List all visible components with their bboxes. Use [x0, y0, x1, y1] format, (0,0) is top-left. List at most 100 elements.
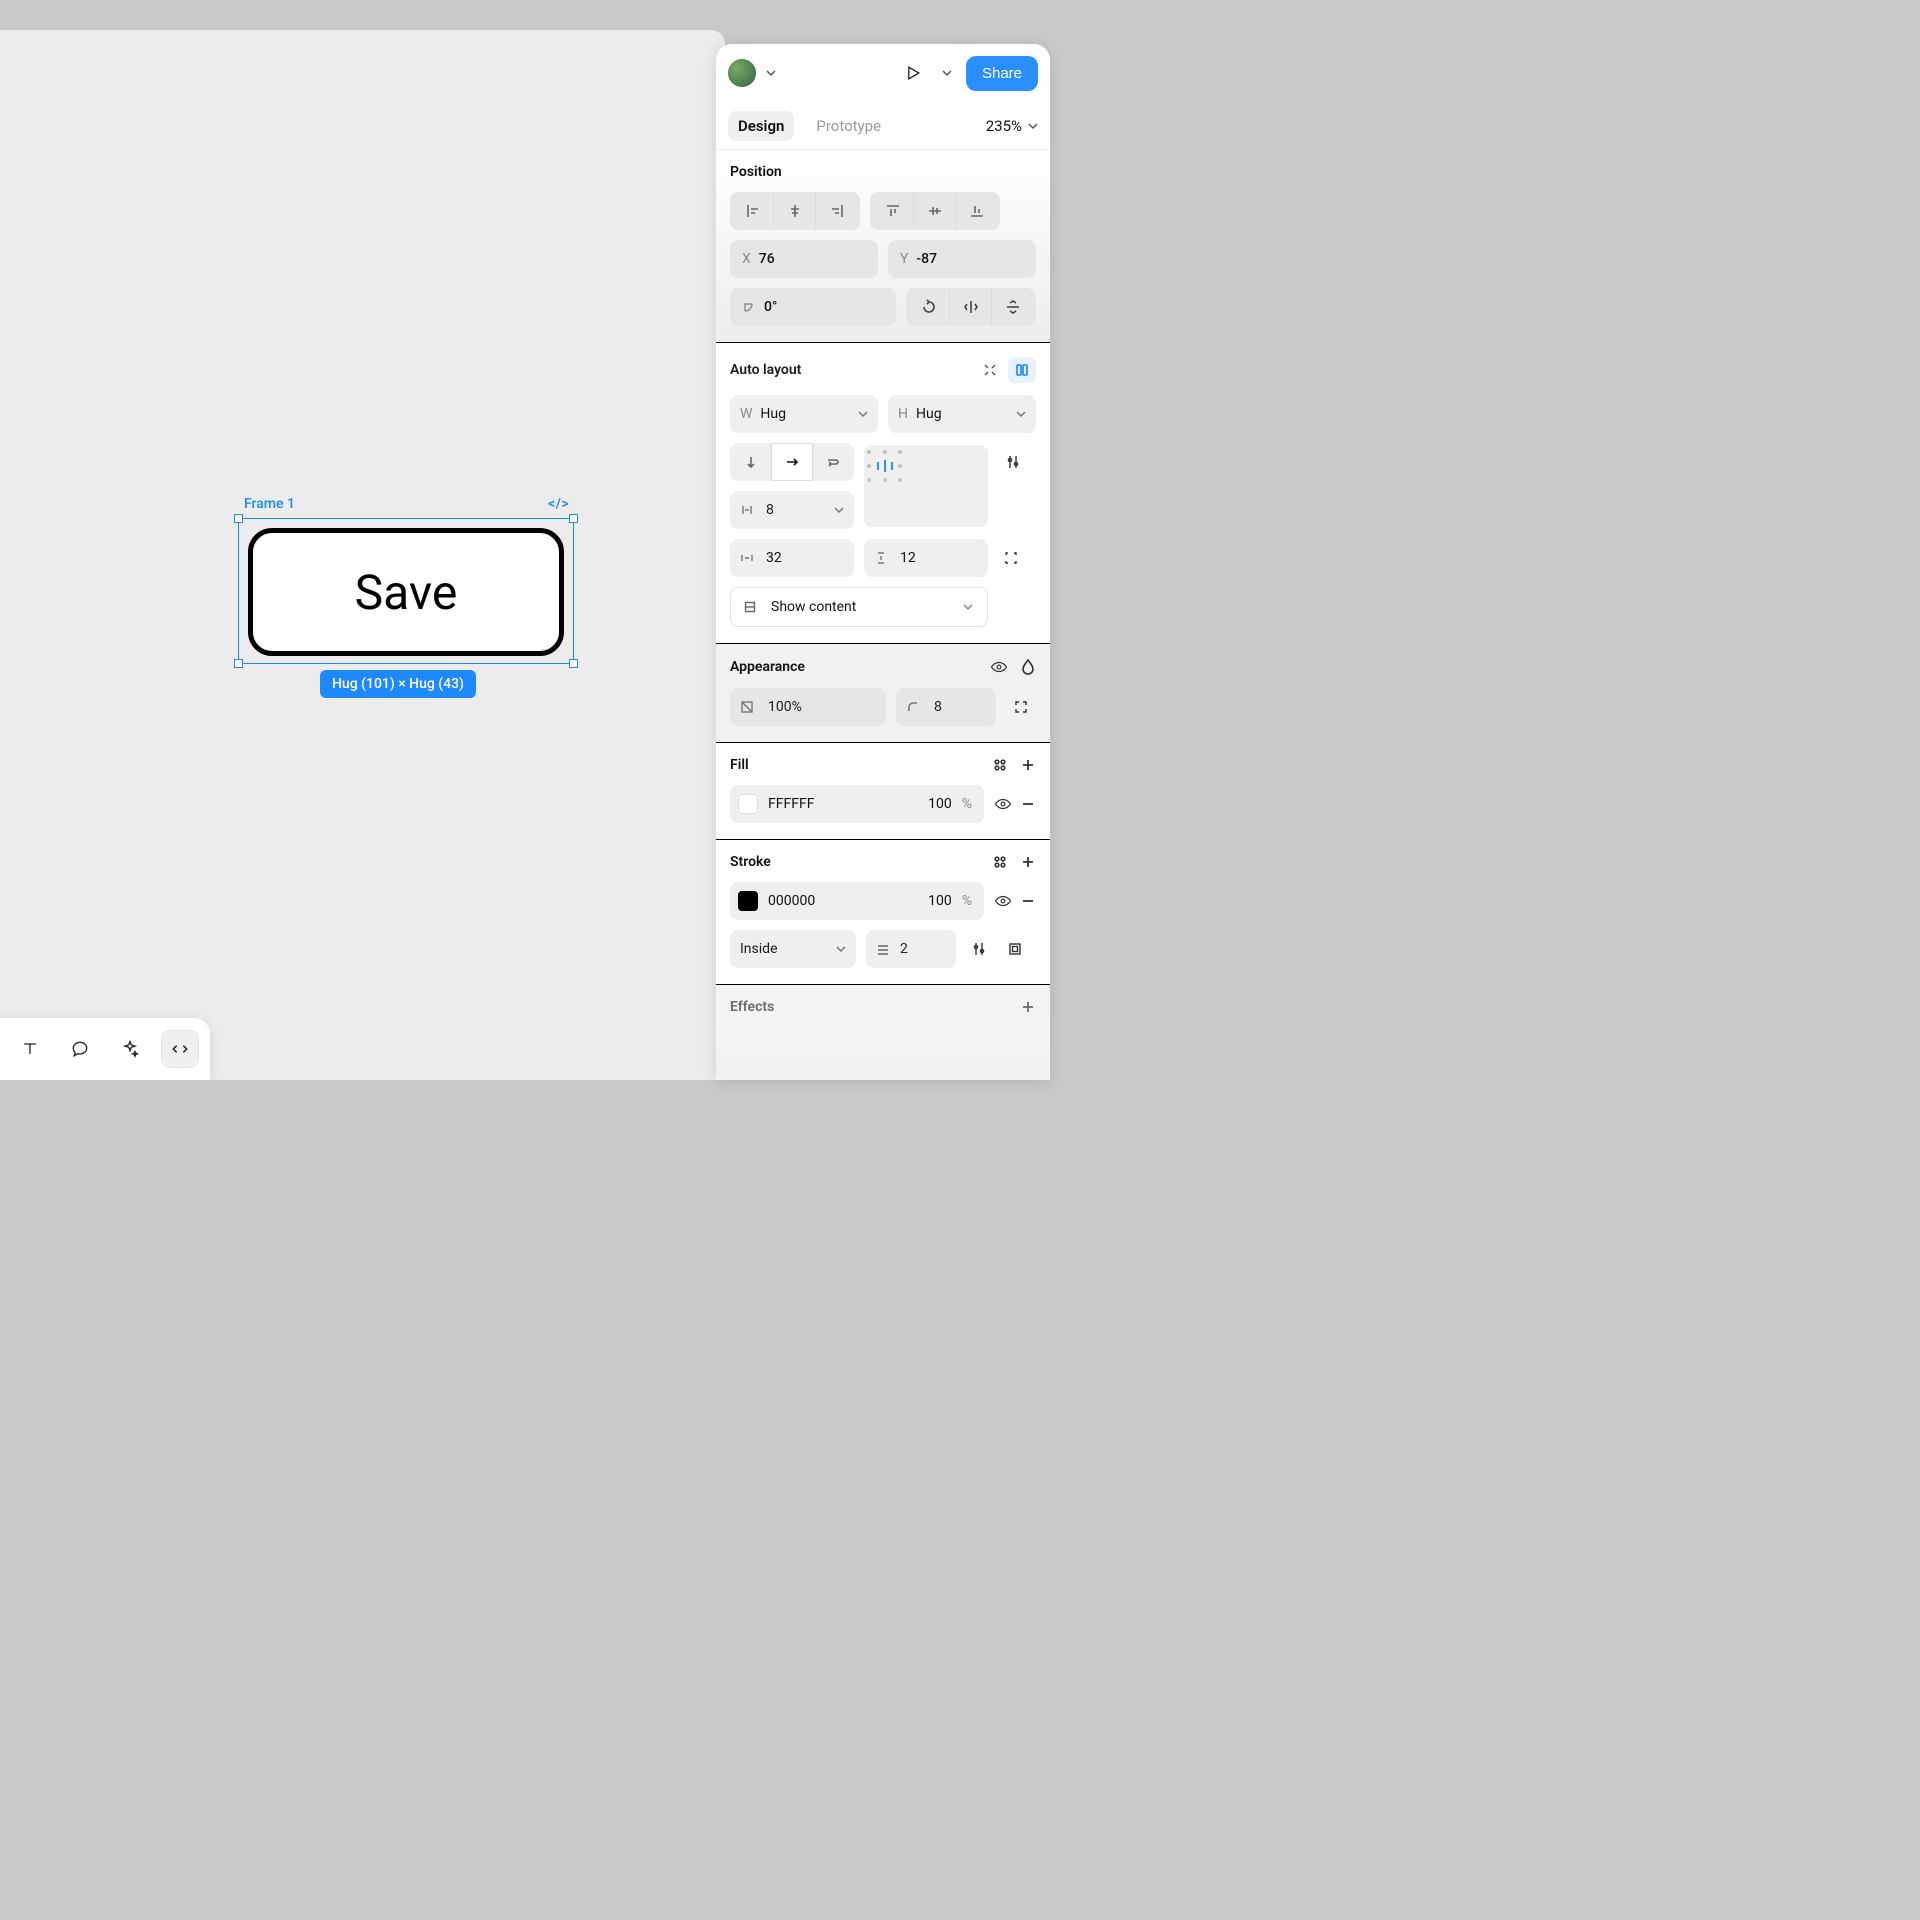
- align-left-icon[interactable]: [732, 194, 774, 228]
- position-title: Position: [730, 164, 1036, 180]
- individual-padding-icon[interactable]: [998, 545, 1024, 571]
- h-padding-value: 32: [766, 550, 844, 566]
- bottom-toolbar: [0, 1018, 210, 1080]
- align-top-icon[interactable]: [872, 194, 914, 228]
- stroke-title: Stroke: [730, 854, 992, 870]
- h-label: H: [898, 406, 908, 422]
- blend-icon[interactable]: [1020, 658, 1036, 676]
- stroke-visibility-icon[interactable]: [994, 892, 1012, 910]
- zoom-value[interactable]: 235%: [986, 117, 1022, 135]
- fill-pct-label: %: [962, 796, 976, 812]
- stroke-per-side-icon[interactable]: [1002, 936, 1028, 962]
- share-button[interactable]: Share: [966, 56, 1038, 91]
- chevron-down-icon: [961, 602, 975, 612]
- al-mode-collapse-icon[interactable]: [976, 357, 1004, 383]
- stroke-pct-label: %: [962, 893, 976, 909]
- x-input[interactable]: X 76: [730, 240, 878, 278]
- y-input[interactable]: Y -87: [888, 240, 1036, 278]
- align-h-center-icon[interactable]: [774, 194, 816, 228]
- frame-label[interactable]: Frame 1: [244, 496, 295, 512]
- present-dropdown-icon[interactable]: [936, 58, 958, 88]
- flip-h-icon[interactable]: [950, 290, 992, 324]
- appearance-title: Appearance: [730, 659, 990, 675]
- angle-icon: [742, 300, 756, 314]
- y-value: -87: [916, 251, 937, 267]
- al-settings-icon[interactable]: [998, 447, 1028, 477]
- resize-handle-bl[interactable]: [234, 659, 243, 668]
- present-button[interactable]: [898, 58, 928, 88]
- h-align-group: [730, 192, 860, 230]
- add-fill-icon[interactable]: [1020, 757, 1036, 773]
- chevron-down-icon: [858, 409, 868, 419]
- rotation-input[interactable]: 0°: [730, 288, 896, 326]
- fill-swatch[interactable]: [738, 794, 758, 814]
- tab-prototype[interactable]: Prototype: [806, 111, 891, 141]
- opacity-input[interactable]: 100%: [730, 688, 886, 726]
- width-mode-input[interactable]: W Hug: [730, 395, 878, 433]
- fill-remove-icon[interactable]: [1020, 796, 1036, 812]
- fill-opacity: 100: [912, 796, 952, 812]
- effects-title: Effects: [730, 999, 1020, 1015]
- visibility-icon[interactable]: [990, 658, 1008, 676]
- direction-horizontal-icon[interactable]: [771, 443, 812, 481]
- user-avatar[interactable]: [728, 59, 756, 87]
- stroke-color-input[interactable]: 000000 100 %: [730, 882, 984, 920]
- h-padding-input[interactable]: 32: [730, 539, 854, 577]
- zoom-chevron-icon[interactable]: [1028, 121, 1038, 131]
- align-v-center-icon[interactable]: [914, 194, 956, 228]
- resize-handle-tr[interactable]: [569, 514, 578, 523]
- stroke-remove-icon[interactable]: [1020, 893, 1036, 909]
- rotate-90-icon[interactable]: [908, 290, 950, 324]
- fill-color-input[interactable]: FFFFFF 100 %: [730, 785, 984, 823]
- rotation-value: 0°: [764, 299, 777, 315]
- text-tool-icon[interactable]: [12, 1031, 48, 1067]
- clip-icon: [743, 600, 761, 614]
- align-bottom-icon[interactable]: [956, 194, 998, 228]
- direction-vertical-icon[interactable]: [730, 443, 771, 481]
- individual-radius-icon[interactable]: [1006, 699, 1036, 715]
- gap-icon: [740, 503, 758, 517]
- align-right-icon[interactable]: [816, 194, 858, 228]
- resize-handle-br[interactable]: [569, 659, 578, 668]
- x-value: 76: [759, 251, 775, 267]
- stroke-width-input[interactable]: 2: [866, 930, 956, 968]
- stroke-opacity: 100: [912, 893, 952, 909]
- stroke-width-value: 2: [900, 941, 908, 957]
- autolayout-title: Auto layout: [730, 362, 976, 378]
- canvas[interactable]: Frame 1 </> Save Hug (101) × Hug (43): [0, 30, 725, 1080]
- stroke-styles-icon[interactable]: [992, 854, 1008, 870]
- add-stroke-icon[interactable]: [1020, 854, 1036, 870]
- stroke-advanced-icon[interactable]: [966, 936, 992, 962]
- ai-tool-icon[interactable]: [112, 1031, 148, 1067]
- dev-mode-tool-icon[interactable]: [162, 1031, 198, 1067]
- x-label: X: [742, 251, 751, 267]
- user-menu-chevron-icon[interactable]: [764, 68, 778, 78]
- chevron-down-icon: [1016, 409, 1026, 419]
- direction-segmented: [730, 443, 854, 481]
- stroke-position-select[interactable]: Inside: [730, 930, 856, 968]
- w-value: Hug: [760, 406, 850, 422]
- opacity-icon: [740, 700, 758, 714]
- tab-design[interactable]: Design: [728, 111, 794, 141]
- v-padding-input[interactable]: 12: [864, 539, 988, 577]
- fill-visibility-icon[interactable]: [994, 795, 1012, 813]
- styles-icon[interactable]: [992, 757, 1008, 773]
- alignment-grid[interactable]: [864, 445, 988, 527]
- radius-value: 8: [934, 699, 942, 715]
- add-effect-icon[interactable]: [1020, 999, 1036, 1015]
- fill-hex: FFFFFF: [768, 796, 902, 812]
- al-mode-stack-icon[interactable]: [1008, 357, 1036, 383]
- stroke-swatch[interactable]: [738, 891, 758, 911]
- panel-top: Share: [716, 44, 1050, 102]
- radius-input[interactable]: 8: [896, 688, 996, 726]
- direction-wrap-icon[interactable]: [813, 443, 854, 481]
- height-mode-input[interactable]: H Hug: [888, 395, 1036, 433]
- clip-value: Show content: [771, 599, 951, 615]
- panel-tabs: Design Prototype 235%: [716, 102, 1050, 150]
- clip-content-select[interactable]: Show content: [730, 587, 988, 627]
- dev-mode-icon[interactable]: </>: [548, 496, 569, 512]
- flip-v-icon[interactable]: [992, 290, 1034, 324]
- resize-handle-tl[interactable]: [234, 514, 243, 523]
- comment-tool-icon[interactable]: [62, 1031, 98, 1067]
- gap-input[interactable]: 8: [730, 491, 854, 529]
